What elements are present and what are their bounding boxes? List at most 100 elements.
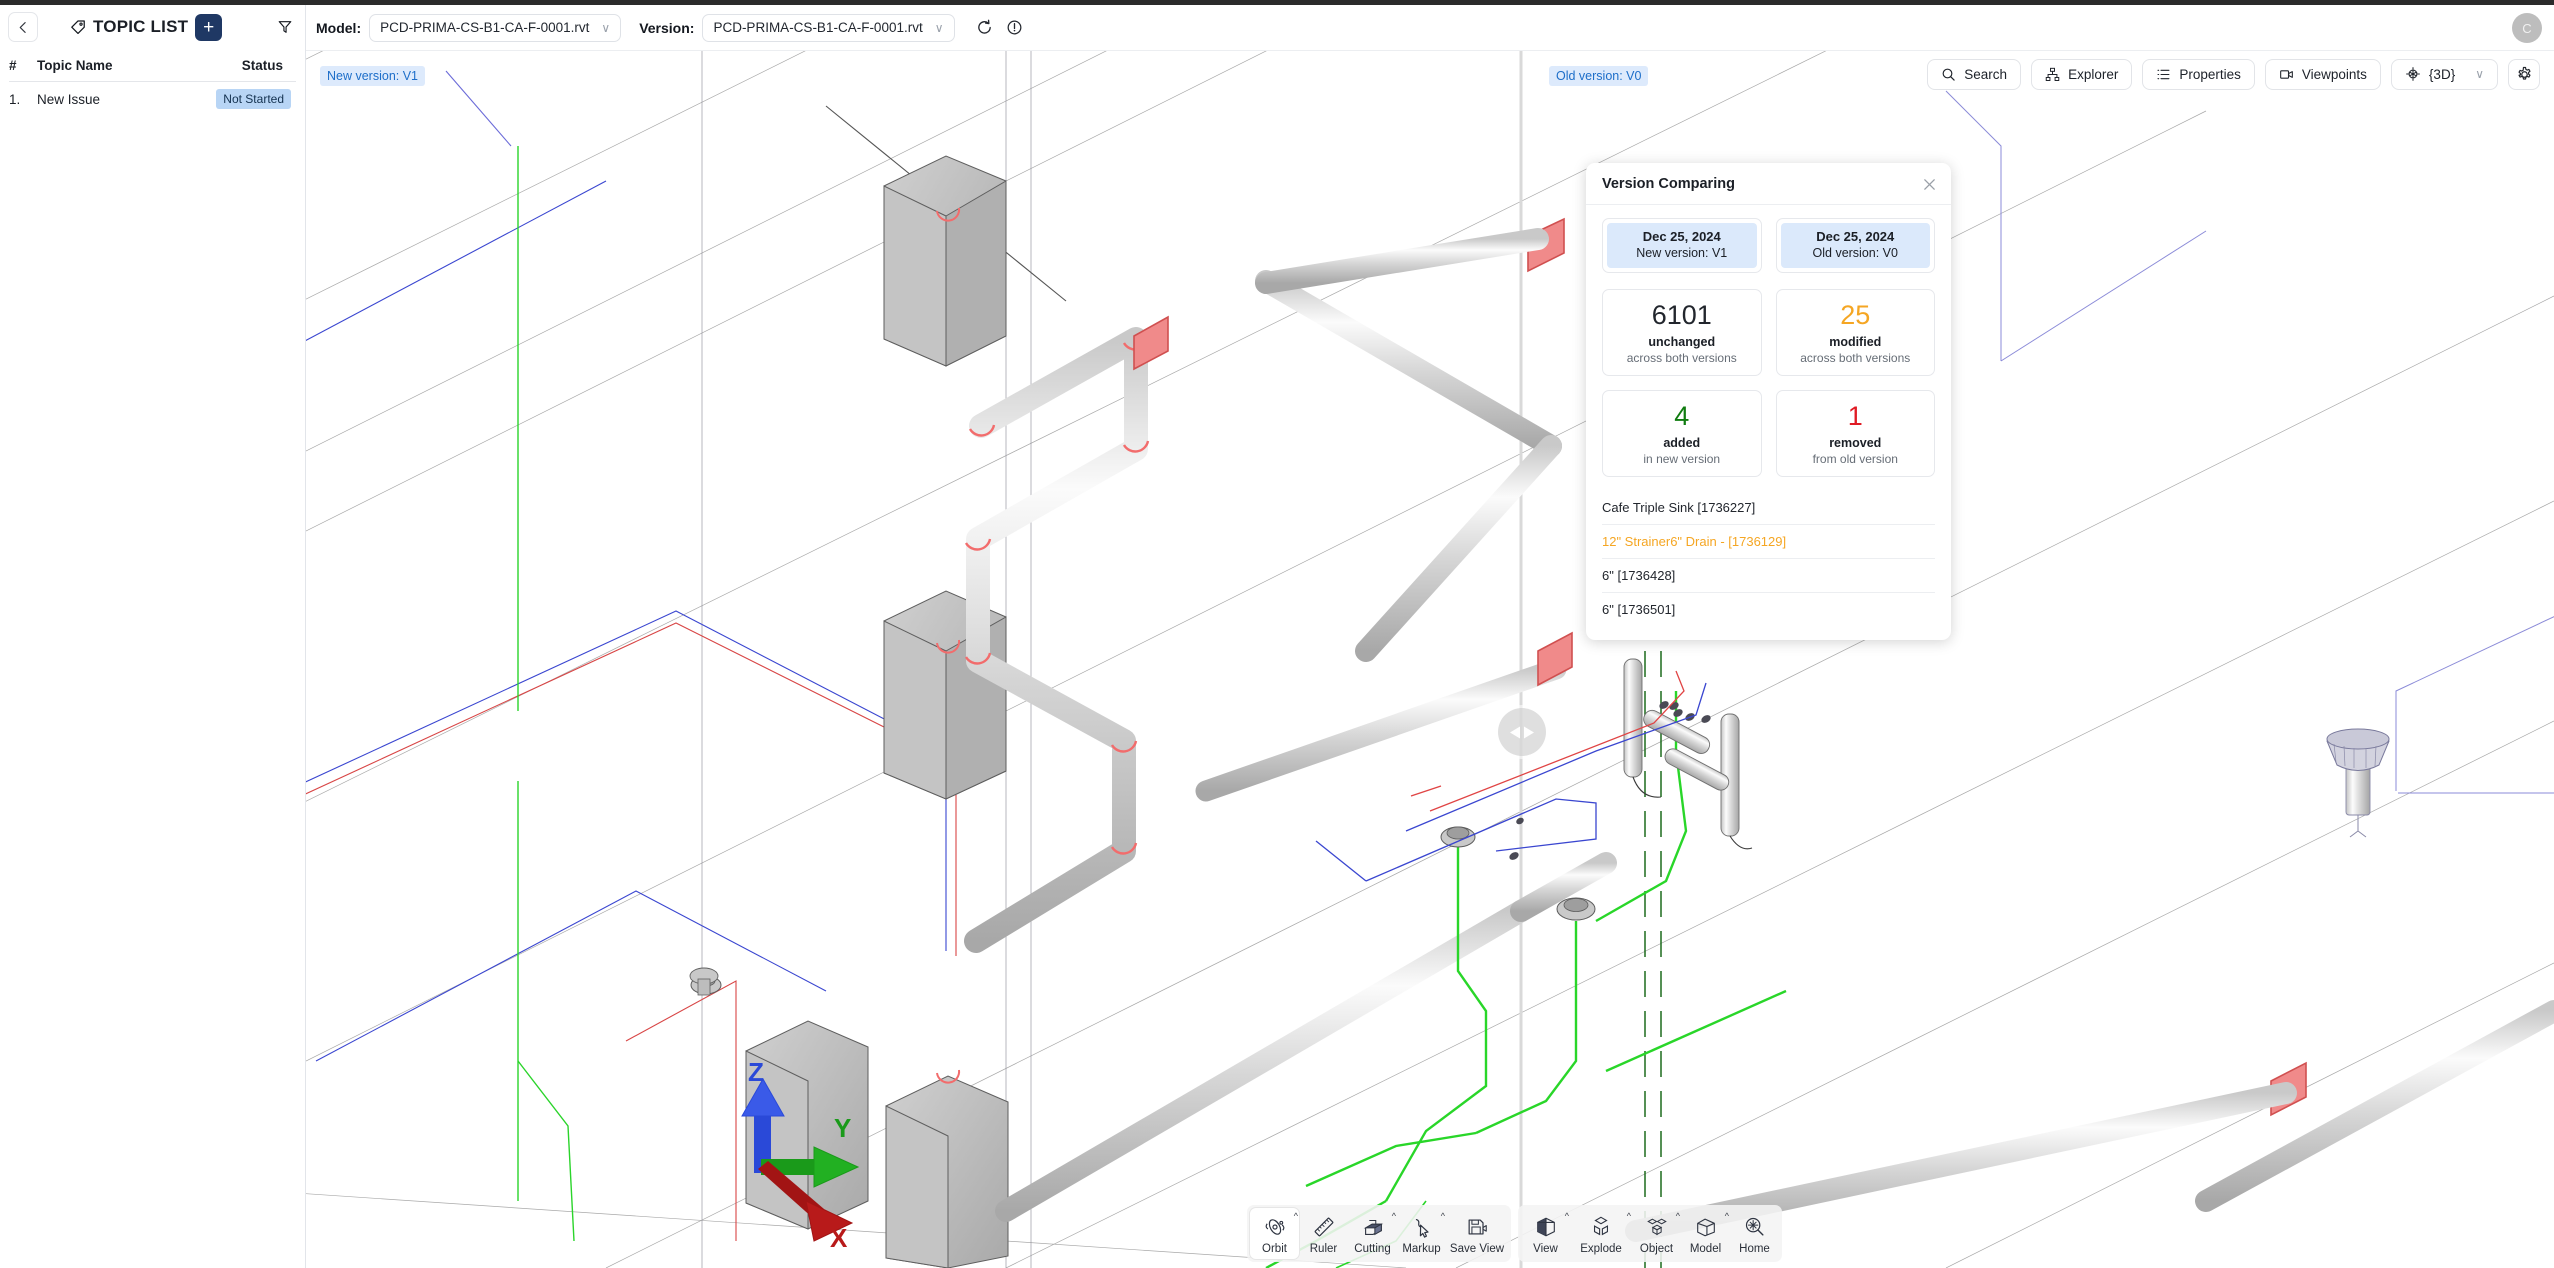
old-version-date: Dec 25, 2024 [1816, 229, 1895, 244]
stat-removed[interactable]: 1 removed from old version [1775, 390, 1935, 478]
search-icon [1941, 67, 1956, 82]
row-status-cell: Not Started [201, 89, 291, 109]
save-view-button[interactable]: Save View [1446, 1208, 1508, 1259]
properties-button[interactable]: Properties [2142, 58, 2255, 90]
stat-unchanged-sub: across both versions [1626, 351, 1737, 366]
ruler-tool-label: Ruler [1309, 1243, 1338, 1255]
row-topic-name: New Issue [37, 91, 101, 107]
status-badge: Not Started [216, 89, 291, 109]
settings-button[interactable] [2508, 58, 2540, 90]
sitemap-icon [2045, 67, 2060, 82]
object-tool-label: Object [1639, 1243, 1674, 1255]
orbit-tool-button[interactable]: ^ Orbit [1250, 1208, 1299, 1259]
cutting-tool-button[interactable]: ^ Cutting [1348, 1208, 1397, 1259]
stat-added-sub: in new version [1643, 452, 1721, 467]
bottom-toolbar-group-navigate: ^ Orbit Ruler ^ Cutting ^ Markup Save Vi… [1247, 1205, 1511, 1262]
stat-removed-sub: from old version [1812, 452, 1898, 467]
view-tool-button[interactable]: ^ View [1521, 1208, 1570, 1259]
new-version-card-inner: Dec 25, 2024 New version: V1 [1607, 223, 1757, 268]
stat-modified[interactable]: 25 modified across both versions [1775, 289, 1935, 377]
list-item[interactable]: 6" [1736501] [1602, 593, 1935, 626]
chevron-up-icon[interactable]: ^ [1392, 1212, 1396, 1221]
column-header-topic-name: Topic Name [37, 57, 113, 73]
stat-unchanged-value: 6101 [1651, 300, 1712, 330]
save-view-icon [1465, 1214, 1489, 1240]
chevron-up-icon[interactable]: ^ [1627, 1212, 1631, 1221]
home-button[interactable]: Home [1730, 1208, 1779, 1259]
version-select-value: PCD-PRIMA-CS-B1-CA-F-0001.rvt [713, 20, 923, 35]
ruler-tool-button[interactable]: Ruler [1299, 1208, 1348, 1259]
explorer-button[interactable]: Explorer [2031, 58, 2133, 90]
stat-unchanged[interactable]: 6101 unchanged across both versions [1602, 289, 1762, 377]
chevron-up-icon[interactable]: ^ [1725, 1212, 1729, 1221]
split-left-right-icon [1507, 725, 1537, 740]
info-button[interactable] [1003, 16, 1027, 40]
version-selector-row: Dec 25, 2024 New version: V1 Dec 25, 202… [1602, 218, 1935, 273]
avatar[interactable]: C [2512, 13, 2542, 43]
cube-axis-icon [2405, 66, 2421, 82]
changed-elements-list: Cafe Triple Sink [1736227] 12" Strainer6… [1602, 491, 1935, 626]
chevron-up-icon[interactable]: ^ [1441, 1212, 1445, 1221]
filter-button[interactable] [277, 19, 293, 35]
topic-list-title-wrap: TOPIC LIST + [70, 13, 223, 41]
version-comparing-body: Dec 25, 2024 New version: V1 Dec 25, 202… [1586, 205, 1951, 640]
refresh-button[interactable] [973, 16, 997, 40]
chevron-down-icon: ∨ [934, 20, 944, 35]
home-zoom-icon [1743, 1214, 1767, 1240]
version-comparing-title: Version Comparing [1602, 176, 1735, 192]
model-select[interactable]: PCD-PRIMA-CS-B1-CA-F-0001.rvt ∨ [369, 13, 622, 42]
back-button[interactable] [8, 12, 38, 42]
view-cube-icon [1534, 1214, 1558, 1240]
stat-added-label: added [1663, 436, 1701, 451]
chevron-up-icon[interactable]: ^ [1565, 1212, 1569, 1221]
home-button-label: Home [1739, 1243, 1770, 1255]
chevron-down-icon: ∨ [601, 20, 611, 35]
new-version-card[interactable]: Dec 25, 2024 New version: V1 [1602, 218, 1762, 273]
explode-tool-label: Explode [1580, 1243, 1622, 1255]
column-header-number: # [9, 57, 17, 73]
viewer-bottom-toolbar: ^ Orbit Ruler ^ Cutting ^ Markup Save Vi… [1247, 1205, 1782, 1262]
model-version-bar: Model: PCD-PRIMA-CS-B1-CA-F-0001.rvt ∨ V… [306, 5, 2554, 51]
row-number: 1. [9, 91, 21, 107]
explode-cube-icon [1589, 1214, 1613, 1240]
viewpoints-button[interactable]: Viewpoints [2264, 58, 2381, 90]
list-icon [2156, 67, 2171, 82]
add-topic-button[interactable]: + [195, 13, 223, 41]
version-label: Version: [639, 19, 695, 36]
search-button[interactable]: Search [1927, 58, 2022, 90]
filter-icon [277, 19, 293, 35]
model-cube-icon [1694, 1214, 1718, 1240]
version-comparing-header: Version Comparing [1586, 163, 1951, 205]
markup-tool-label: Markup [1402, 1243, 1441, 1255]
chevron-up-icon[interactable]: ^ [1294, 1212, 1298, 1221]
column-header-status: Status [241, 57, 283, 73]
tag-icon [70, 19, 86, 35]
cutting-box-icon [1361, 1214, 1385, 1240]
save-view-label: Save View [1449, 1243, 1505, 1255]
stat-modified-label: modified [1829, 335, 1882, 350]
chevron-down-icon: ∨ [2475, 67, 2484, 81]
view-mode-select[interactable]: {3D} ∨ [2390, 58, 2498, 90]
model-viewport[interactable]: Z Y X New version: V1 Old version: V0 [306, 51, 2554, 1268]
table-row[interactable]: 1. New Issue Not Started [0, 82, 305, 116]
list-item[interactable]: Cafe Triple Sink [1736227] [1602, 491, 1935, 526]
app-root: TOPIC LIST + # Topic Name Status 1. New … [0, 0, 2554, 1268]
orbit-tool-label: Orbit [1262, 1243, 1287, 1255]
explode-tool-button[interactable]: ^ Explode [1570, 1208, 1632, 1259]
svg-text:X: X [830, 1223, 848, 1253]
svg-text:Y: Y [834, 1113, 851, 1143]
svg-text:Z: Z [748, 1057, 764, 1087]
new-version-label: New version: V1 [1636, 246, 1728, 260]
chevron-up-icon[interactable]: ^ [1676, 1212, 1680, 1221]
search-button-label: Search [1964, 66, 2008, 82]
version-split-handle[interactable] [1498, 708, 1546, 756]
version-select[interactable]: PCD-PRIMA-CS-B1-CA-F-0001.rvt ∨ [702, 13, 955, 42]
close-icon[interactable] [1922, 177, 1937, 192]
markup-tool-button[interactable]: ^ Markup [1397, 1208, 1446, 1259]
stat-added[interactable]: 4 added in new version [1602, 390, 1762, 478]
object-tool-button[interactable]: ^ Object [1632, 1208, 1681, 1259]
list-item[interactable]: 6" [1736428] [1602, 559, 1935, 594]
old-version-card[interactable]: Dec 25, 2024 Old version: V0 [1775, 218, 1935, 273]
model-tool-button[interactable]: ^ Model [1681, 1208, 1730, 1259]
list-item[interactable]: 12" Strainer6" Drain - [1736129] [1602, 525, 1935, 560]
